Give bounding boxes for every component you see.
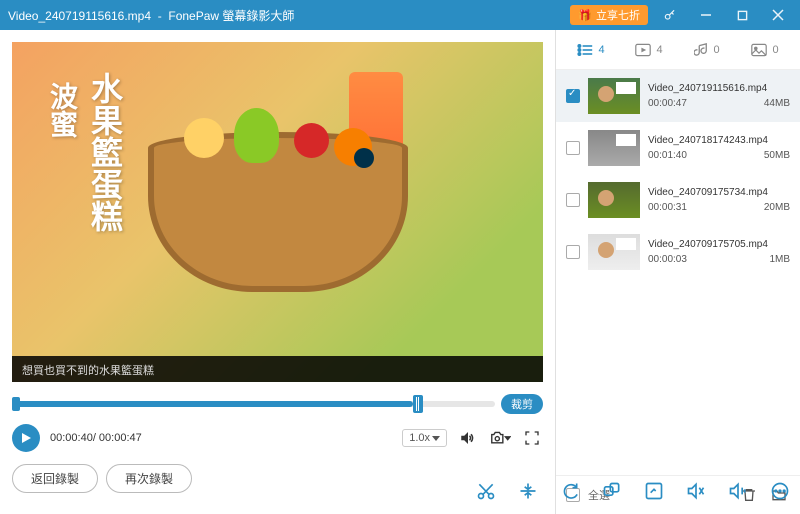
trim-button[interactable]: 裁剪 bbox=[501, 394, 543, 414]
promo-text: 立享七折 bbox=[596, 7, 640, 23]
close-button[interactable] bbox=[764, 1, 792, 29]
checkbox[interactable] bbox=[566, 193, 580, 207]
edit-tool-icon[interactable] bbox=[640, 477, 668, 505]
thumbnail bbox=[588, 234, 640, 270]
checkbox[interactable] bbox=[566, 89, 580, 103]
convert-tool-icon[interactable] bbox=[556, 477, 584, 505]
timeline-progress bbox=[12, 401, 413, 407]
file-size: 1MB bbox=[769, 254, 790, 265]
audio-count: 0 bbox=[713, 44, 719, 56]
file-item[interactable]: Video_240709175705.mp4 00:00:03 1MB bbox=[556, 226, 800, 278]
trim-handle-right[interactable] bbox=[413, 395, 423, 413]
play-button[interactable] bbox=[12, 424, 40, 452]
volume-icon[interactable] bbox=[457, 427, 479, 449]
minimize-button[interactable] bbox=[692, 1, 720, 29]
file-duration: 00:00:47 bbox=[648, 98, 687, 109]
tab-list[interactable]: 4 bbox=[562, 43, 620, 57]
video-title-1: 波蜜 bbox=[42, 82, 82, 138]
file-name: Video_240709175734.mp4 bbox=[648, 187, 790, 198]
file-size: 50MB bbox=[764, 150, 790, 161]
key-icon[interactable] bbox=[656, 1, 684, 29]
speed-selector[interactable]: 1.0x bbox=[402, 429, 447, 447]
video-count: 4 bbox=[656, 44, 662, 56]
tab-video[interactable]: 4 bbox=[620, 43, 678, 57]
caption: 想買也買不到的水果籃蛋糕 bbox=[12, 356, 543, 382]
screenshot-icon[interactable] bbox=[489, 427, 511, 449]
timeline: 裁剪 bbox=[12, 394, 543, 414]
title-text: Video_240719115616.mp4 - FonePaw 螢幕錄影大師 bbox=[8, 7, 570, 24]
preview-panel: 波蜜 水果籃蛋糕 想買也買不到的水果籃蛋糕 裁剪 00:00:40/ 00:00… bbox=[0, 30, 555, 514]
maximize-button[interactable] bbox=[728, 1, 756, 29]
playback-controls: 00:00:40/ 00:00:47 1.0x bbox=[12, 424, 543, 452]
export-tool-icon[interactable] bbox=[682, 477, 710, 505]
file-size: 44MB bbox=[764, 98, 790, 109]
speed-value: 1.0x bbox=[409, 432, 430, 444]
tab-image[interactable]: 0 bbox=[736, 43, 794, 57]
list-count: 4 bbox=[598, 44, 604, 56]
time-display: 00:00:40/ 00:00:47 bbox=[50, 432, 142, 444]
checkbox[interactable] bbox=[566, 141, 580, 155]
file-item[interactable]: Video_240719115616.mp4 00:00:47 44MB bbox=[556, 70, 800, 122]
video-preview[interactable]: 波蜜 水果籃蛋糕 想買也買不到的水果籃蛋糕 bbox=[12, 42, 543, 382]
audio-tool-icon[interactable] bbox=[724, 477, 752, 505]
media-tabs: 4 4 0 0 bbox=[556, 30, 800, 70]
titlebar: Video_240719115616.mp4 - FonePaw 螢幕錄影大師 … bbox=[0, 0, 800, 30]
thumbnail bbox=[588, 130, 640, 166]
image-count: 0 bbox=[772, 44, 778, 56]
file-name: Video_240718174243.mp4 bbox=[648, 135, 790, 146]
fruit-basket bbox=[148, 132, 408, 292]
tab-audio[interactable]: 0 bbox=[678, 43, 736, 57]
checkbox[interactable] bbox=[566, 245, 580, 259]
file-name: Video_240719115616.mp4 bbox=[648, 83, 790, 94]
thumbnail bbox=[588, 78, 640, 114]
file-size: 20MB bbox=[764, 202, 790, 213]
file-duration: 00:00:31 bbox=[648, 202, 687, 213]
file-name: Video_240709175705.mp4 bbox=[648, 239, 790, 250]
thumbnail bbox=[588, 182, 640, 218]
current-file: Video_240719115616.mp4 bbox=[8, 9, 151, 23]
trim-handle-left[interactable] bbox=[12, 397, 20, 411]
merge-tool-icon[interactable] bbox=[598, 477, 626, 505]
compress-tool-icon[interactable] bbox=[514, 477, 542, 505]
promo-badge[interactable]: 🎁 立享七折 bbox=[570, 5, 648, 25]
back-to-record-button[interactable]: 返回錄製 bbox=[12, 464, 98, 493]
cut-tool-icon[interactable] bbox=[472, 477, 500, 505]
fullscreen-icon[interactable] bbox=[521, 427, 543, 449]
bottom-toolbar bbox=[472, 472, 794, 510]
bottom-buttons: 返回錄製 再次錄製 bbox=[12, 464, 543, 493]
file-item[interactable]: Video_240709175734.mp4 00:00:31 20MB bbox=[556, 174, 800, 226]
more-tool-icon[interactable] bbox=[766, 477, 794, 505]
file-panel: 4 4 0 0 Video_240719115616.mp4 00:0 bbox=[555, 30, 800, 514]
file-item[interactable]: Video_240718174243.mp4 00:01:40 50MB bbox=[556, 122, 800, 174]
video-frame: 波蜜 水果籃蛋糕 bbox=[12, 42, 543, 382]
file-duration: 00:00:03 bbox=[648, 254, 687, 265]
video-title-2: 水果籃蛋糕 bbox=[82, 72, 128, 232]
timeline-track[interactable] bbox=[12, 401, 495, 407]
file-list: Video_240719115616.mp4 00:00:47 44MB Vide… bbox=[556, 70, 800, 475]
file-duration: 00:01:40 bbox=[648, 150, 687, 161]
record-again-button[interactable]: 再次錄製 bbox=[106, 464, 192, 493]
gift-icon: 🎁 bbox=[578, 9, 592, 22]
app-name: FonePaw 螢幕錄影大師 bbox=[168, 9, 294, 23]
